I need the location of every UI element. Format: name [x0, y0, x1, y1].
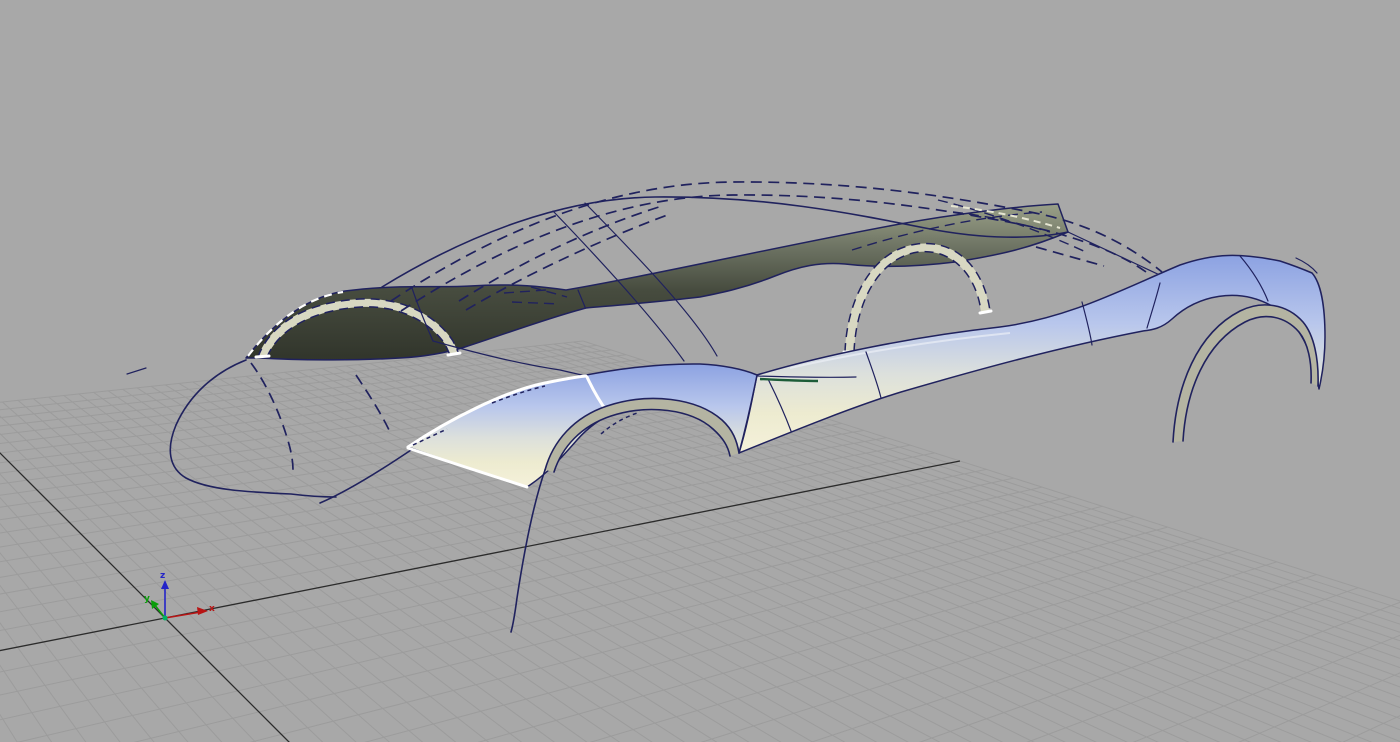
origin-point	[162, 615, 168, 621]
small-tick	[126, 367, 147, 375]
axis-z-label: z	[160, 571, 165, 581]
axis-x-label: x	[209, 604, 215, 614]
x-axis-arrow	[164, 611, 202, 619]
rear-connector-line[interactable]	[1067, 231, 1165, 278]
rear-arch-lip[interactable]	[1173, 304, 1319, 442]
rear-dashed-segment[interactable]	[1035, 246, 1105, 267]
roof-curve-dashed-outer[interactable]	[390, 181, 1163, 302]
rear-arch-lip-inner-edge	[1182, 315, 1312, 442]
axis-y-label: y	[144, 594, 150, 604]
front-wheel-curve[interactable]	[510, 469, 546, 633]
viewport-canvas[interactable]: x y z	[0, 0, 1400, 742]
arch-end-cap	[446, 351, 462, 357]
arch-end-cap	[978, 309, 993, 315]
arch-end-cap	[254, 354, 271, 359]
